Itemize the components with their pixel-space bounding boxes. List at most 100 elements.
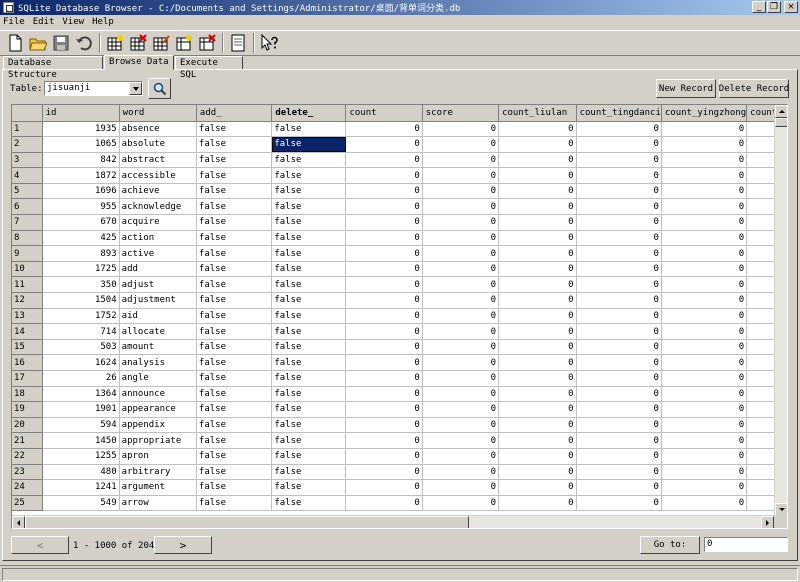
cell-count-tingdanci[interactable]: 0 [576,261,662,278]
row-number[interactable]: 1 [12,121,43,138]
cell-word[interactable]: allocate [119,323,197,340]
cell-word[interactable]: analysis [119,354,197,371]
cell-count-yingzhong[interactable]: 0 [661,183,748,200]
cell-score[interactable]: 0 [422,245,500,262]
cell-count[interactable]: 0 [345,432,423,449]
cell-count-tingdanci[interactable]: 0 [576,183,662,200]
table-row[interactable]: 23 480 arbitrary false false 0 0 0 0 0 [12,464,787,481]
cell-count-tingdanci[interactable]: 0 [576,167,662,184]
cell-add[interactable]: false [196,386,273,403]
cell-count-yingzhong[interactable]: 0 [661,417,748,434]
cell-score[interactable]: 0 [422,464,500,481]
cell-add[interactable]: false [196,198,273,216]
restore-button[interactable]: ❐ [767,1,781,13]
cell-count[interactable]: 0 [345,292,423,309]
cell-count-liulan[interactable]: 0 [498,354,577,371]
cell-id[interactable]: 893 [42,245,120,262]
column-header-count[interactable]: count [345,105,423,122]
cell-count-liulan[interactable]: 0 [498,214,577,231]
cell-delete[interactable]: false [271,432,347,449]
tab-execute-sql[interactable]: Execute SQL [175,56,243,80]
table-row[interactable]: 2 1065 absolute false false 0 0 0 0 0 [12,136,787,153]
cell-count[interactable]: 0 [345,198,423,216]
cell-word[interactable]: announce [119,386,197,403]
cell-id[interactable]: 1872 [42,167,120,184]
cell-count-tingdanci[interactable]: 0 [576,432,662,449]
cell-count[interactable]: 0 [345,308,423,325]
cell-add[interactable]: false [196,323,273,340]
cell-score[interactable]: 0 [422,183,500,200]
cell-count-tingdanci[interactable]: 0 [576,136,662,153]
table-row[interactable]: 17 26 angle false false 0 0 0 0 0 [12,370,787,387]
cell-count[interactable]: 0 [345,370,423,387]
cell-score[interactable]: 0 [422,386,500,403]
cell-id[interactable]: 503 [42,339,120,356]
table-row[interactable]: 1 1935 absence false false 0 0 0 0 0 [12,121,787,138]
row-number[interactable]: 19 [12,401,43,418]
cell-count[interactable]: 0 [345,230,423,247]
cell-count-yingzhong[interactable]: 0 [661,354,748,371]
table-row[interactable]: 8 425 action false false 0 0 0 0 0 [12,230,787,247]
create-table-icon[interactable] [104,32,126,54]
save-icon[interactable] [50,32,72,54]
row-number[interactable]: 14 [12,323,43,340]
cell-score[interactable]: 0 [422,121,500,138]
row-number[interactable]: 2 [12,136,43,153]
cell-count-yingzhong[interactable]: 0 [661,230,748,247]
table-row[interactable]: 3 842 abstract false false 0 0 0 0 0 [12,152,787,169]
cell-count-liulan[interactable]: 0 [498,448,577,465]
cell-add[interactable]: false [196,432,273,449]
cell-id[interactable]: 350 [42,276,120,294]
data-grid[interactable]: id word add_ delete_ count score count_l… [11,104,788,529]
row-number[interactable]: 16 [12,354,43,371]
cell-score[interactable]: 0 [422,276,500,294]
table-row[interactable]: 11 350 adjust false false 0 0 0 0 0 [12,276,787,294]
modify-table-icon[interactable] [150,32,172,54]
cell-score[interactable]: 0 [422,495,500,512]
row-number[interactable]: 8 [12,230,43,247]
row-number[interactable]: 22 [12,448,43,465]
cell-word[interactable]: adjustment [119,292,197,309]
cell-score[interactable]: 0 [422,261,500,278]
undo-icon[interactable] [73,32,95,54]
cell-id[interactable]: 842 [42,152,120,169]
cell-add[interactable]: false [196,245,273,262]
row-number[interactable]: 24 [12,479,43,496]
cell-word[interactable]: amount [119,339,197,356]
previous-page-button[interactable]: < [11,536,69,554]
menu-help[interactable]: Help [92,17,114,27]
cell-delete[interactable]: false [271,152,347,169]
table-row[interactable]: 14 714 allocate false false 0 0 0 0 0 [12,323,787,340]
cell-count-yingzhong[interactable]: 0 [661,167,748,184]
cell-id[interactable]: 1752 [42,308,120,325]
cell-count-tingdanci[interactable]: 0 [576,245,662,262]
cell-delete[interactable]: false [271,448,347,465]
cell-count[interactable]: 0 [345,183,423,200]
cell-word[interactable]: action [119,230,197,247]
table-row[interactable]: 4 1872 accessible false false 0 0 0 0 0 [12,167,787,184]
cell-add[interactable]: false [196,292,273,309]
cell-id[interactable]: 1935 [42,121,120,138]
cell-count-tingdanci[interactable]: 0 [576,354,662,371]
table-row[interactable]: 19 1901 appearance false false 0 0 0 0 0 [12,401,787,418]
cell-id[interactable]: 955 [42,198,120,216]
column-header-add[interactable]: add_ [196,105,273,122]
column-header-score[interactable]: score [422,105,500,122]
cell-word[interactable]: absolute [119,136,197,153]
cell-count-liulan[interactable]: 0 [498,183,577,200]
horizontal-scrollbar[interactable] [12,515,787,528]
cell-add[interactable]: false [196,214,273,231]
table-row[interactable]: 5 1696 achieve false false 0 0 0 0 0 [12,183,787,200]
cell-id[interactable]: 670 [42,214,120,231]
table-row[interactable]: 16 1624 analysis false false 0 0 0 0 0 [12,354,787,371]
column-header-count-yingzhong[interactable]: count_yingzhong [661,105,748,122]
cell-add[interactable]: false [196,354,273,371]
cell-word[interactable]: abstract [119,152,197,169]
cell-count-liulan[interactable]: 0 [498,339,577,356]
cell-count-yingzhong[interactable]: 0 [661,308,748,325]
cell-count-yingzhong[interactable]: 0 [661,339,748,356]
whats-this-icon[interactable] [258,32,280,54]
cell-delete[interactable]: false [271,261,347,278]
cell-count[interactable]: 0 [345,401,423,418]
cell-score[interactable]: 0 [422,339,500,356]
